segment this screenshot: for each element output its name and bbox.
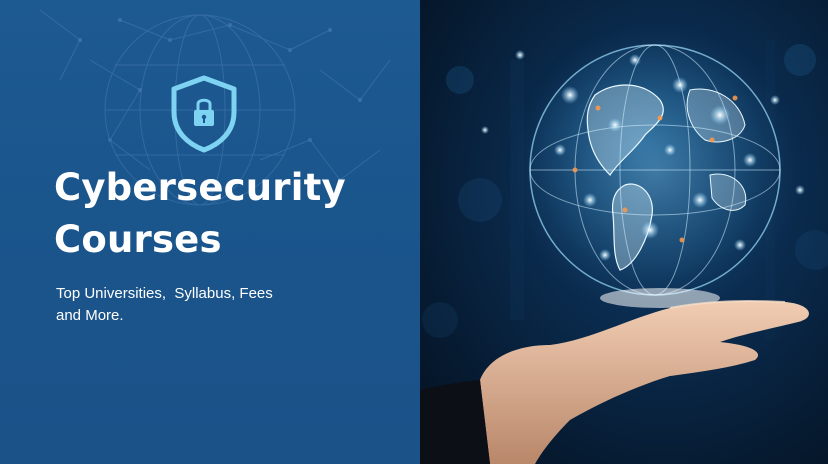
open-hand (420, 299, 809, 464)
globe-on-hand-illustration (420, 20, 828, 464)
title-line-1: Cybersecurity (54, 166, 346, 209)
right-photo-panel (420, 0, 828, 464)
cybersecurity-courses-banner: Cybersecurity Courses Top Universities, … (0, 0, 828, 464)
title-line-2: Courses (54, 218, 222, 261)
left-text-panel: Cybersecurity Courses Top Universities, … (0, 0, 420, 464)
page-title: Cybersecurity Courses (54, 162, 346, 266)
digital-globe-icon (481, 20, 805, 320)
subtitle: Top Universities, Syllabus, Fees and Mor… (56, 285, 273, 324)
shield-lock-icon (171, 75, 237, 153)
